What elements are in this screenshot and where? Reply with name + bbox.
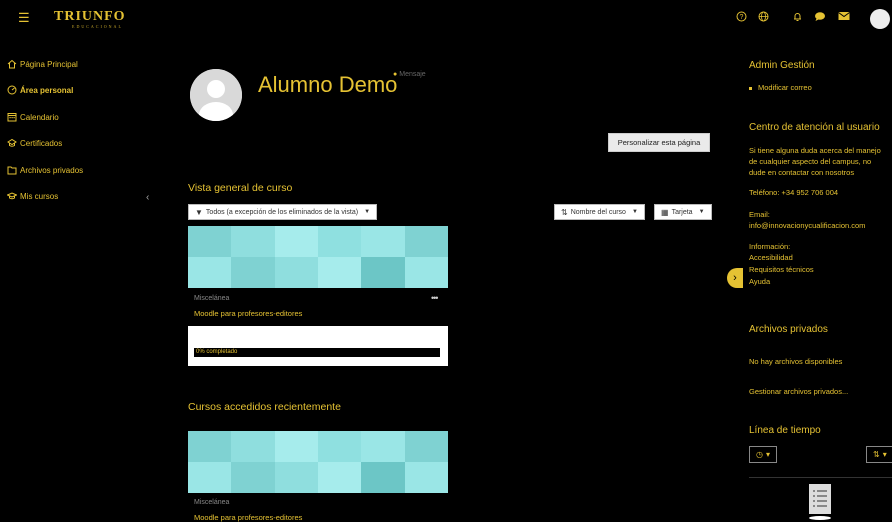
logo-subtext: EDUCACIONAL <box>72 24 123 29</box>
course-progress-card: 0% completado <box>188 326 448 366</box>
support-block-title: Centro de atención al usuario <box>749 122 880 133</box>
support-phone: Teléfono: +34 952 706 004 <box>749 188 839 197</box>
certificate-icon <box>6 138 17 149</box>
caret-down-icon: ▼ <box>364 209 371 215</box>
course-image[interactable] <box>188 226 448 288</box>
timeline-title: Línea de tiempo <box>749 425 821 436</box>
support-email-label: Email: <box>749 210 770 219</box>
recent-course-category: Miscelánea <box>194 499 230 506</box>
clock-icon: ◷ <box>756 450 763 459</box>
caret-down-icon: ▼ <box>631 209 638 215</box>
document-list-icon <box>805 484 835 520</box>
sort-icon: ⇅ <box>873 450 880 459</box>
course-overview-title: Vista general de curso <box>188 182 293 194</box>
sidebar-item-label: Archivos privados <box>20 165 84 175</box>
course-sort-dropdown[interactable]: ⇅ Nombre del curso ▼ <box>554 204 645 220</box>
support-line-3: dude en contactar con nosotros <box>749 168 855 177</box>
sort-label: Nombre del curso <box>570 208 626 216</box>
timeline-divider <box>749 477 892 478</box>
user-avatar[interactable] <box>870 9 890 29</box>
caret-down-icon: ▼ <box>698 209 705 215</box>
sidebar-item-label: Mis cursos <box>20 191 59 201</box>
timeline-filter-dropdown[interactable]: ◷ ▾ <box>749 446 777 463</box>
logo-text: TRIUNFO <box>54 9 126 24</box>
sort-icon: ⇅ <box>561 207 568 217</box>
more-options-icon[interactable]: ••• <box>431 293 439 303</box>
files-icon <box>6 165 17 176</box>
timeline-sort-dropdown[interactable]: ⇅ ▾ <box>866 446 892 463</box>
message-label: Mensaje <box>399 71 426 78</box>
chevron-right-icon[interactable]: › <box>727 268 743 288</box>
dashboard-icon <box>6 85 17 96</box>
graduation-cap-icon <box>6 191 17 202</box>
calendar-icon <box>6 112 17 123</box>
site-logo[interactable]: TRIUNFO EDUCACIONAL <box>54 9 126 29</box>
grid-icon: ▦ <box>661 207 669 217</box>
bell-icon[interactable] <box>792 11 803 25</box>
chat-bubble-icon: ● <box>393 71 398 78</box>
message-link[interactable]: ● Mensaje <box>393 71 426 78</box>
sidebar-item-private-files[interactable]: Archivos privados <box>6 163 83 177</box>
manage-files-link[interactable]: Gestionar archivos privados... <box>749 386 848 398</box>
profile-name: Alumno Demo <box>258 72 398 97</box>
mail-icon[interactable] <box>838 11 850 24</box>
sidebar-item-home[interactable]: Página Principal <box>6 57 78 71</box>
recent-course-image[interactable] <box>188 431 448 493</box>
modify-email-link[interactable]: Modificar correo <box>749 82 812 94</box>
technical-requirements-link[interactable]: Requisitos técnicos <box>749 264 814 276</box>
sidebar-item-my-courses[interactable]: Mis cursos <box>6 189 58 203</box>
course-name-link[interactable]: Moodle para profesores-editores <box>194 309 302 318</box>
accessibility-link[interactable]: Accesibilidad <box>749 252 793 264</box>
course-view-dropdown[interactable]: ▦ Tarjeta ▼ <box>654 204 712 220</box>
sidebar-item-label: Área personal <box>20 85 74 95</box>
view-label: Tarjeta <box>671 208 693 216</box>
customize-page-button[interactable]: Personalizar esta página <box>608 133 710 152</box>
sidebar-item-dashboard[interactable]: Área personal <box>6 83 73 97</box>
course-category: Miscelánea <box>194 295 230 302</box>
filter-icon: ▼ <box>195 207 203 217</box>
home-icon <box>6 59 17 70</box>
support-email-link[interactable]: info@innovacionycualificacion.com <box>749 220 865 232</box>
progress-text: 0% completado <box>196 349 238 355</box>
menu-icon[interactable]: ☰ <box>18 10 30 26</box>
sidebar-item-calendar[interactable]: Calendario <box>6 110 59 124</box>
globe-icon[interactable] <box>758 11 769 25</box>
sidebar-item-label: Calendario <box>20 112 59 122</box>
admin-block-title: Admin Gestión <box>749 60 815 71</box>
filter-label: Todos (a excepción de los eliminados de … <box>205 208 359 216</box>
sidebar-item-label: Página Principal <box>20 59 78 69</box>
support-line-2: de cualquier aspecto del campus, no <box>749 157 872 166</box>
chat-icon[interactable] <box>814 11 826 25</box>
private-files-title: Archivos privados <box>749 324 828 335</box>
no-files-text: No hay archivos disponibles <box>749 357 843 366</box>
course-filter-dropdown[interactable]: ▼ Todos (a excepción de los eliminados d… <box>188 204 378 220</box>
top-navbar: ☰ TRIUNFO EDUCACIONAL ? <box>0 0 892 36</box>
progress-bar: 0% completado <box>194 348 440 357</box>
sidebar-item-label: Certificados <box>20 138 63 148</box>
chevron-left-icon[interactable]: ‹ <box>146 192 149 203</box>
recent-courses-title: Cursos accedidos recientemente <box>188 401 341 413</box>
bullet-icon <box>749 86 752 90</box>
caret-down-icon: ▾ <box>882 450 887 459</box>
caret-down-icon: ▾ <box>765 450 770 459</box>
help-link[interactable]: Ayuda <box>749 276 770 288</box>
profile-avatar <box>190 69 242 121</box>
sidebar-item-certificates[interactable]: Certificados <box>6 136 62 150</box>
support-info-label: Información: <box>749 242 791 251</box>
help-icon[interactable]: ? <box>736 11 747 25</box>
recent-course-name-link[interactable]: Moodle para profesores-editores <box>194 513 302 522</box>
svg-text:?: ? <box>740 14 744 21</box>
support-line-1: Si tiene alguna duda acerca del manejo <box>749 146 881 155</box>
modify-email-label: Modificar correo <box>758 83 812 92</box>
